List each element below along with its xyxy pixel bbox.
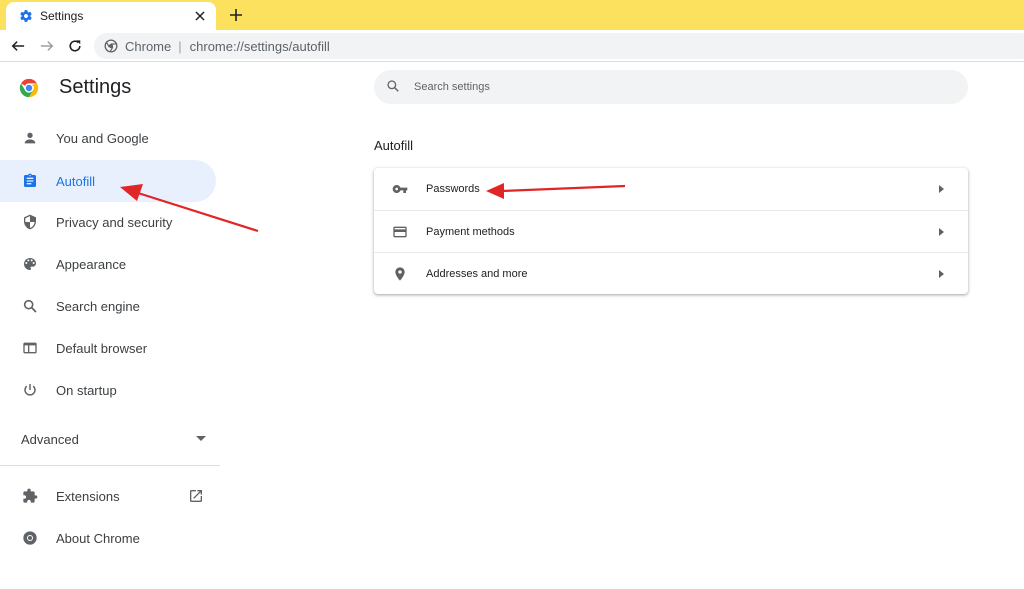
search-icon [386,79,402,95]
sidebar-item-label: Search engine [56,298,140,314]
shield-icon [21,213,39,231]
open-in-new-icon[interactable] [188,488,204,504]
sidebar-item-label: You and Google [56,130,149,146]
tab-title: Settings [40,9,84,23]
sidebar-item-extensions[interactable]: Extensions [0,475,216,517]
location-pin-icon [391,265,409,283]
key-icon [391,180,409,198]
puzzle-icon [21,487,39,505]
row-passwords[interactable]: Passwords [374,168,968,210]
sidebar-item-label: Appearance [56,256,127,272]
chrome-logo-icon [104,39,118,53]
row-label: Passwords [426,183,480,195]
sidebar-item-you-and-google[interactable]: You and Google [0,117,216,159]
reload-icon [69,40,81,52]
chevron-right-icon [932,264,952,284]
chrome-logo [19,78,39,97]
row-payment-methods[interactable]: Payment methods [374,210,968,252]
sidebar-divider [0,465,220,466]
chevron-right-icon [932,179,952,199]
url-separator: | [178,38,182,54]
sidebar-item-default-browser[interactable]: Default browser [0,327,216,369]
back-button[interactable] [8,36,28,56]
sidebar-item-label: Privacy and security [56,214,173,230]
person-icon [21,129,39,147]
sidebar-item-search-engine[interactable]: Search engine [0,285,216,327]
credit-card-icon [391,223,409,241]
plus-icon [230,9,242,21]
tab-strip: Settings [0,0,1024,30]
search-icon [21,297,39,315]
sidebar-item-label: Extensions [56,488,120,504]
site-chip: Chrome [125,38,172,54]
address-bar[interactable]: Chrome | chrome://settings/autofill [94,33,1024,59]
url-text[interactable]: chrome://settings/autofill [190,39,330,54]
settings-header: Settings [18,76,131,99]
forward-button[interactable] [37,36,57,56]
sidebar-item-about-chrome[interactable]: About Chrome [0,517,216,559]
sidebar-item-label: Autofill [56,173,96,189]
tab-settings[interactable]: Settings [6,2,216,30]
arrow-right-icon [40,41,54,51]
sidebar-item-label: About Chrome [56,530,140,546]
autofill-card: Passwords Payment methods Addresses and … [374,168,968,294]
new-tab-button[interactable] [226,5,246,25]
palette-icon [21,255,39,273]
close-icon[interactable] [192,8,208,24]
search-placeholder: Search settings [414,81,490,93]
arrow-left-icon [11,41,25,51]
sidebar-item-appearance[interactable]: Appearance [0,243,216,285]
browser-window-icon [21,339,39,357]
page-title: Settings [59,76,132,98]
power-icon [21,381,39,399]
chrome-logo-icon [21,529,39,547]
sidebar-item-label: On startup [56,382,117,398]
advanced-toggle[interactable]: Advanced [21,428,206,450]
sidebar-item-label: Default browser [56,340,148,356]
sidebar-item-privacy[interactable]: Privacy and security [0,201,216,243]
row-label: Payment methods [426,225,515,238]
clipboard-icon [21,172,39,190]
advanced-label: Advanced [21,431,79,447]
sidebar-item-autofill[interactable]: Autofill [0,160,216,202]
search-settings-field[interactable]: Search settings [374,70,968,104]
chevron-down-icon [196,436,206,441]
sidebar-item-on-startup[interactable]: On startup [0,369,216,411]
gear-icon [19,9,33,23]
browser-toolbar: Chrome | chrome://settings/autofill [0,30,1024,62]
row-addresses[interactable]: Addresses and more [374,252,968,294]
row-label: Addresses and more [426,267,528,280]
section-title: Autofill [374,138,414,153]
reload-button[interactable] [65,36,85,56]
chevron-right-icon [932,222,952,242]
